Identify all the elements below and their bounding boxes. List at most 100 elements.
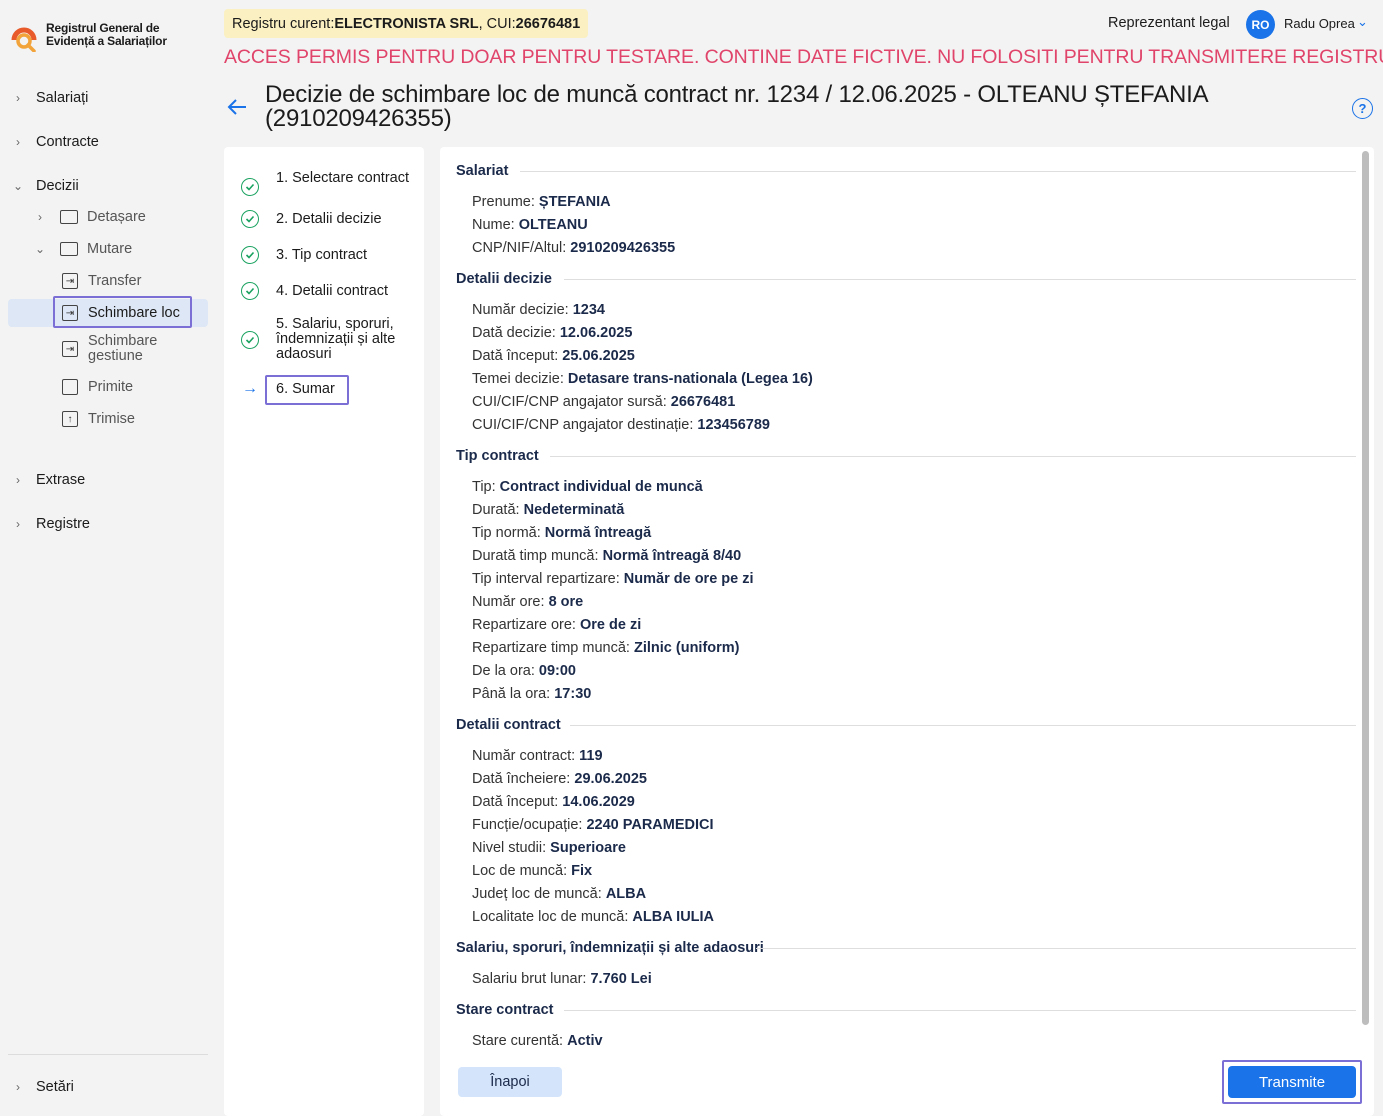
chevron-right-icon: › [16,135,20,149]
inbox-icon [62,379,78,395]
row-durata-timp-munca: Durată timp muncă: Normă întreagă 8/40 [472,548,742,564]
row-numar-contract: Număr contract: 119 [472,748,603,764]
chevron-right-icon: › [16,91,20,105]
summary-panel: Salariat Prenume: ȘTEFANIA Nume: OLTEANU… [440,147,1374,1116]
sidebar-item-label: Setări [36,1079,74,1095]
step-1[interactable]: 1. Selectare contract [224,169,424,201]
chevron-down-icon: ⌄ [34,242,46,256]
sidebar-item-label: Salariați [36,90,89,106]
back-button[interactable]: Înapoi [458,1067,562,1097]
step-label: 2. Detalii decizie [276,211,382,227]
sidebar-item-label: Detașare [87,209,146,225]
document-arrow-icon: ⇥ [62,341,78,357]
row-data-decizie: Dată decizie: 12.06.2025 [472,325,633,341]
section-divider [550,456,1356,457]
user-role: Reprezentant legal [1108,15,1230,31]
avatar[interactable]: RO [1246,10,1275,39]
row-tip-norma: Tip normă: Normă întreagă [472,525,652,541]
sidebar-item-detasare[interactable]: › Detașare [32,202,248,232]
row-temei-decizie: Temei decizie: Detasare trans-nationala … [472,371,813,387]
chevron-right-icon: › [38,210,42,224]
row-functie: Funcție/ocupație: 2240 PARAMEDICI [472,817,714,833]
section-title-detalii-contract: Detalii contract [456,717,561,733]
wizard-stepper: 1. Selectare contract 2. Detalii decizie… [224,147,424,1116]
chevron-down-icon[interactable]: ⌄ [1357,14,1368,30]
sidebar: Registrul General de Evidență a Salariaț… [0,0,216,1116]
check-circle-icon [241,210,259,228]
row-salariu-brut: Salariu brut lunar: 7.760 Lei [472,971,652,987]
section-divider [570,725,1356,726]
chevron-right-icon: › [16,517,20,531]
sidebar-item-contracte[interactable]: › Contracte [0,126,216,158]
sidebar-item-label: Schimbare gestiune [88,333,158,364]
row-data-inceput-contract: Dată început: 14.06.2029 [472,794,635,810]
company-cui: 26676481 [515,15,581,32]
test-warning-banner: ACCES PERMIS PENTRU DOAR PENTRU TESTARE.… [224,46,1383,68]
folder-open-icon [60,242,78,256]
scrollbar[interactable] [1362,151,1369,1025]
section-divider [520,171,1356,172]
row-numar-decizie: Număr decizie: 1234 [472,302,605,318]
sidebar-item-salariati[interactable]: › Salariați [0,82,216,114]
sidebar-item-registre[interactable]: › Registre [0,508,216,540]
back-arrow-icon[interactable] [226,96,248,118]
row-judet: Județ loc de muncă: ALBA [472,886,647,902]
user-name[interactable]: Radu Oprea [1284,16,1355,31]
app-logo[interactable]: Registrul General de Evidență a Salariaț… [10,22,167,53]
section-divider [564,279,1356,280]
current-registry-badge: Registru curent: ELECTRONISTA SRL , CUI:… [224,9,589,38]
row-nivel-studii: Nivel studii: Superioare [472,840,626,856]
help-icon[interactable]: ? [1352,98,1373,119]
row-de-la-ora: De la ora: 09:00 [472,663,576,679]
chevron-right-icon: › [16,1080,20,1094]
sidebar-item-label: Transfer [88,273,142,289]
sidebar-item-label: Contracte [36,134,99,150]
section-title-salariu: Salariu, sporuri, îndemnizații și alte a… [456,940,764,956]
sidebar-item-mutare[interactable]: ⌄ Mutare [32,234,248,264]
chevron-right-icon: › [16,473,20,487]
row-data-inceput: Dată început: 25.06.2025 [472,348,635,364]
sidebar-item-label: Schimbare loc [88,305,180,321]
section-title-detalii-decizie: Detalii decizie [456,271,552,287]
page-title: Decizie de schimbare loc de muncă contra… [265,81,1208,132]
folder-icon [60,210,78,224]
row-stare-curenta: Stare curentă: Activ [472,1033,603,1049]
row-cui-destinatie: CUI/CIF/CNP angajator destinație: 123456… [472,417,770,433]
step-label: 3. Tip contract [276,247,368,263]
step-label: 1. Selectare contract [276,170,409,186]
row-numar-ore: Număr ore: 8 ore [472,594,584,610]
sidebar-item-label: Extrase [36,472,86,488]
step-label: 6. Sumar [276,381,335,397]
sidebar-item-label: Primite [88,379,134,395]
section-title-tip-contract: Tip contract [456,448,539,464]
sidebar-divider [8,1054,208,1055]
sidebar-item-label: Registre [36,516,90,532]
step-3[interactable]: 3. Tip contract [224,246,424,264]
cui-prefix: , CUI: [478,15,516,32]
section-title-salariat: Salariat [456,163,509,179]
step-2[interactable]: 2. Detalii decizie [224,210,424,228]
registry-prefix: Registru curent: [232,15,335,32]
row-data-incheiere: Dată încheiere: 29.06.2025 [472,771,647,787]
row-prenume: Prenume: ȘTEFANIA [472,194,611,210]
sidebar-item-label: Decizii [36,178,79,194]
submit-button[interactable]: Transmite [1228,1066,1356,1098]
sidebar-item-setari[interactable]: › Setări [0,1071,216,1103]
outbox-icon: ↑ [62,411,78,427]
row-localitate: Localitate loc de muncă: ALBA IULIA [472,909,715,925]
section-divider [756,948,1356,949]
step-6[interactable]: → 6. Sumar [224,379,424,401]
company-name: ELECTRONISTA SRL [334,15,479,32]
row-tip-interval: Tip interval repartizare: Număr de ore p… [472,571,754,587]
step-4[interactable]: 4. Detalii contract [224,282,424,300]
section-title-stare: Stare contract [456,1002,554,1018]
row-durata: Durată: Nedeterminată [472,502,625,518]
row-repartizare-timp: Repartizare timp muncă: Zilnic (uniform) [472,640,740,656]
chevron-down-icon: ⌄ [12,179,24,193]
document-arrow-icon: ⇥ [62,305,78,321]
row-cui-sursa: CUI/CIF/CNP angajator sursă: 26676481 [472,394,736,410]
step-5[interactable]: 5. Salariu, sporuri, îndemnizații și alt… [224,317,424,363]
sidebar-item-extrase[interactable]: › Extrase [0,464,216,496]
arrow-right-icon: → [242,380,258,397]
sidebar-item-decizii[interactable]: ⌄ Decizii [0,170,216,202]
